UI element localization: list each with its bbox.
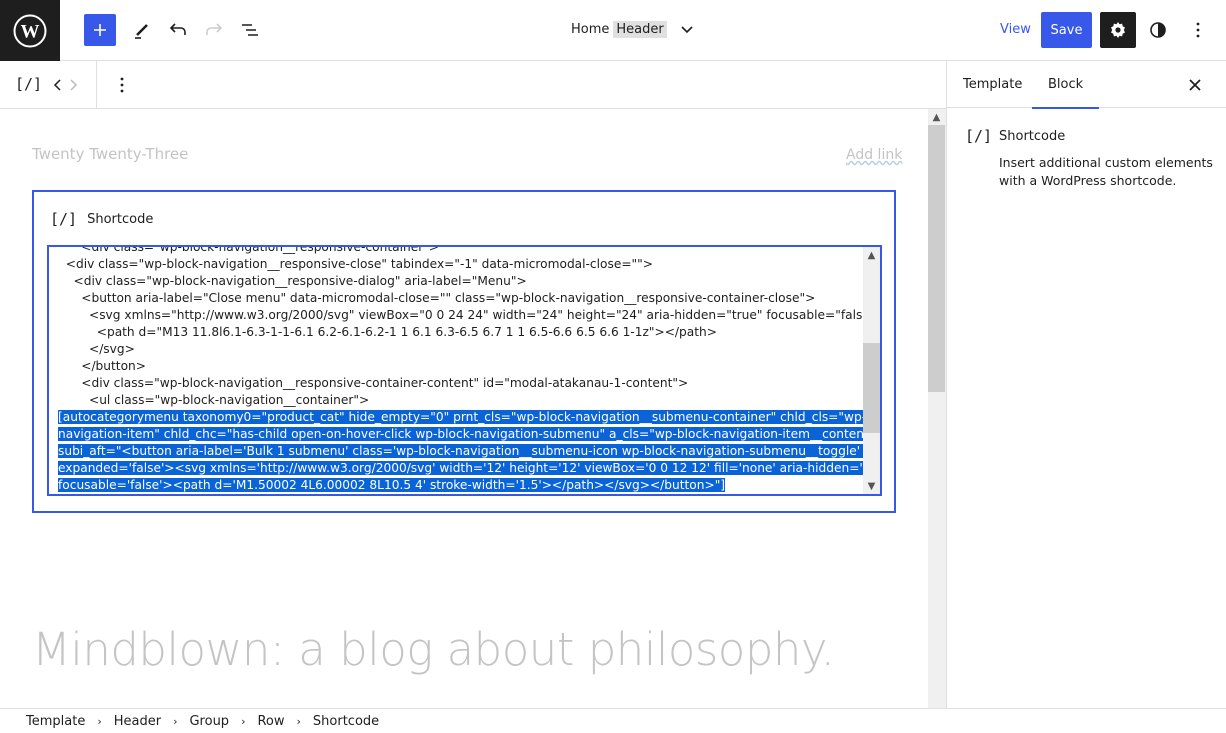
shortcode-icon: [/] [50, 210, 78, 228]
breadcrumb-item[interactable]: Template [26, 714, 85, 729]
block-toolbar: [/] [0, 61, 946, 109]
shortcode-icon: [/] [965, 127, 993, 145]
breadcrumb-item[interactable]: Row [257, 714, 284, 729]
list-view-button[interactable] [234, 14, 266, 46]
more-vertical-icon [1196, 22, 1200, 38]
close-icon[interactable] [1188, 78, 1202, 92]
code-line: <button aria-label="Close menu" data-mic… [58, 291, 816, 305]
chevron-left-icon[interactable] [52, 77, 64, 93]
settings-sidebar: Template Block [/] Shortcode Insert addi… [946, 61, 1226, 708]
toolbar-divider [96, 61, 97, 108]
breadcrumb-item[interactable]: Header [114, 714, 161, 729]
chevron-right-icon: › [296, 714, 301, 728]
code-line: <div class="wp-block-navigation__respons… [58, 274, 527, 288]
breadcrumb-item[interactable]: Shortcode [313, 714, 379, 729]
editor-canvas: Twenty Twenty-Three Add link [/] Shortco… [0, 109, 928, 708]
scrollbar-thumb[interactable] [863, 343, 880, 433]
selected-text: subi_aft="<button aria-label='Bulk 1 sub… [58, 444, 880, 458]
wordpress-logo[interactable]: W [0, 0, 60, 61]
more-vertical-icon[interactable] [112, 75, 132, 95]
code-line-selected: subi_aft="<button aria-label='Bulk 1 sub… [58, 443, 880, 460]
gear-icon [1111, 22, 1125, 38]
chevron-right-icon[interactable] [67, 77, 79, 93]
style-toggle-button[interactable] [1142, 14, 1174, 46]
selected-text: expanded='false'><svg xmlns='http://www.… [58, 461, 880, 475]
scrollbar-thumb[interactable] [928, 125, 945, 392]
selected-text: focusable='false'><path d='M1.50002 4L6.… [58, 478, 726, 492]
code-line: </ul> [58, 494, 853, 496]
code-line: <ul class="wp-block-navigation__containe… [58, 393, 370, 407]
shortcode-content: <div class="wp-block-navigation__respons… [58, 245, 882, 496]
redo-button[interactable] [198, 14, 230, 46]
shortcode-block-title: Shortcode [87, 211, 154, 227]
shortcode-block[interactable]: [/] Shortcode <div class="wp-block-navig… [32, 190, 896, 513]
code-line: <path d="M13 11.8l6.1-6.3-1-1-6.1 6.2-6.… [58, 325, 717, 339]
contrast-icon [1150, 22, 1166, 38]
undo-icon [169, 23, 186, 35]
block-card-title: Shortcode [999, 129, 1066, 144]
document-title[interactable]: Home Header [571, 21, 697, 38]
list-view-icon [242, 24, 258, 36]
chevron-right-icon: › [241, 714, 246, 728]
document-title-page: Home [571, 22, 610, 37]
add-block-button[interactable] [84, 14, 116, 46]
editor-header: W Home Header View Save [0, 0, 1226, 61]
code-line-selected: focusable='false'><path d='M1.50002 4L6.… [58, 477, 853, 494]
shortcode-icon[interactable]: [/] [15, 75, 42, 93]
add-link-placeholder[interactable]: Add link [846, 147, 902, 163]
code-line: <div class="wp-block-navigation__respons… [58, 245, 440, 254]
code-line: </svg> [58, 342, 135, 356]
textarea-scrollbar[interactable]: ▲ ▼ [863, 247, 880, 494]
svg-text:W: W [21, 21, 40, 42]
scroll-up-icon[interactable]: ▲ [928, 109, 945, 125]
shortcode-textarea[interactable]: <div class="wp-block-navigation__respons… [47, 245, 882, 496]
tab-block[interactable]: Block [1031, 61, 1100, 109]
undo-button[interactable] [162, 14, 194, 46]
chevron-down-icon[interactable] [677, 23, 697, 37]
plus-icon [94, 24, 106, 36]
selected-text: [autocategorymenu taxonomy0="product_cat… [58, 410, 880, 424]
site-tagline[interactable]: Mindblown: a blog about philosophy. [32, 623, 835, 676]
site-title[interactable]: Twenty Twenty-Three [32, 145, 188, 163]
chevron-right-icon: › [97, 714, 102, 728]
code-line: </button> [58, 359, 146, 373]
view-link[interactable]: View [1000, 22, 1031, 37]
selected-text: navigation-item" chld_chc="has-child ope… [58, 427, 875, 441]
code-line-selected: navigation-item" chld_chc="has-child ope… [58, 426, 875, 443]
settings-button[interactable] [1100, 12, 1136, 48]
breadcrumb-item[interactable]: Group [189, 714, 229, 729]
save-button[interactable]: Save [1041, 12, 1092, 48]
tab-template[interactable]: Template [963, 61, 1022, 108]
code-line-selected: [autocategorymenu taxonomy0="product_cat… [58, 409, 880, 426]
scroll-down-icon[interactable]: ▼ [863, 478, 880, 494]
scroll-up-icon[interactable]: ▲ [863, 247, 880, 263]
code-line: <svg xmlns="http://www.w3.org/2000/svg" … [58, 308, 882, 322]
code-line: <div class="wp-block-navigation__respons… [58, 257, 653, 271]
canvas-scrollbar[interactable]: ▲ [928, 109, 946, 708]
shortcode-block-label: [/] Shortcode [50, 210, 153, 228]
wordpress-icon: W [13, 14, 47, 47]
tools-button[interactable] [126, 14, 158, 46]
code-line-selected: expanded='false'><svg xmlns='http://www.… [58, 460, 880, 477]
options-menu-button[interactable] [1182, 14, 1214, 46]
chevron-right-icon: › [173, 714, 178, 728]
pencil-icon [135, 24, 148, 39]
block-card-description: Insert additional custom elements with a… [999, 155, 1213, 188]
block-breadcrumb: Template › Header › Group › Row › Shortcode [0, 708, 1226, 733]
code-line: <div class="wp-block-navigation__respons… [58, 376, 689, 390]
redo-icon [206, 23, 223, 35]
sidebar-tabs: Template Block [947, 61, 1226, 109]
document-title-tag: Header [613, 21, 667, 38]
